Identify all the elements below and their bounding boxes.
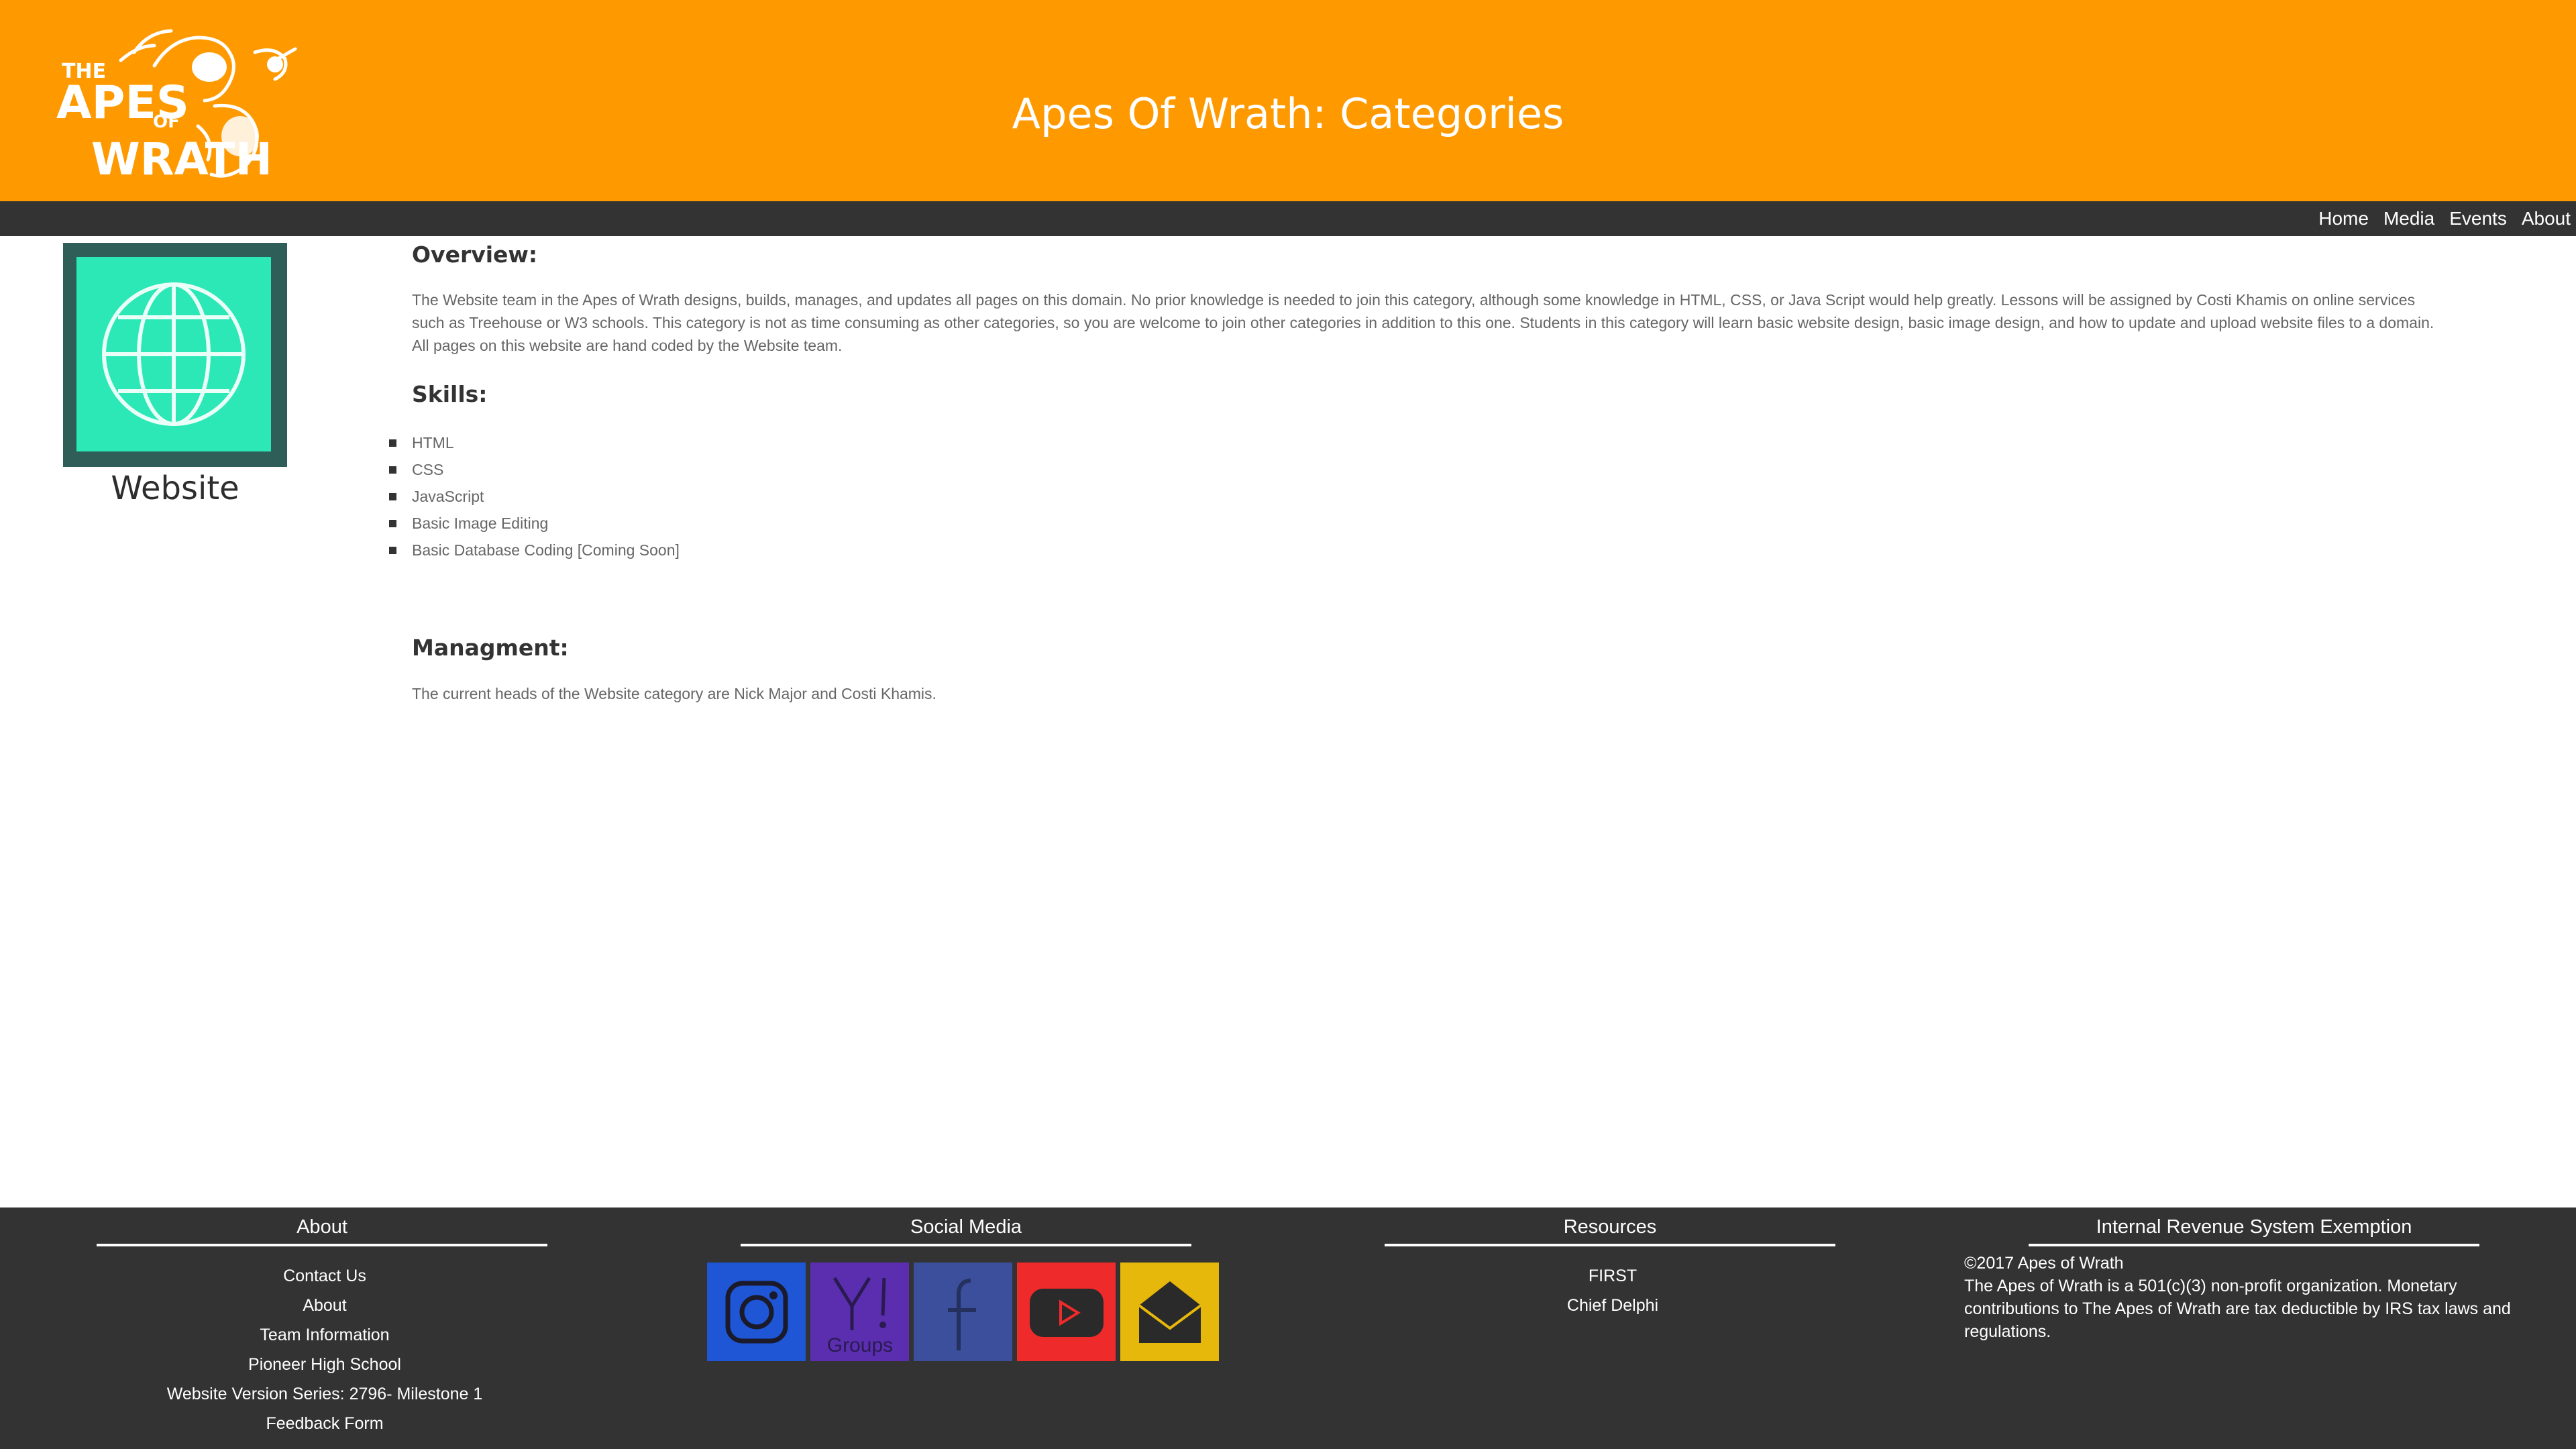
skill-item: Basic Image Editing <box>389 510 680 537</box>
footer-resources-links: FIRST Chief Delphi <box>1387 1261 1838 1320</box>
category-card <box>63 243 287 467</box>
footer-social-heading: Social Media <box>741 1213 1191 1246</box>
footer-irs-text: The Apes of Wrath is a 501(c)(3) non-pro… <box>1964 1277 2511 1341</box>
instagram-link[interactable] <box>707 1263 806 1361</box>
yahoo-groups-link[interactable]: Groups <box>810 1263 909 1361</box>
site-header: THE APES OF WRATH Apes Of Wrath: Categor… <box>0 0 2576 201</box>
footer-link-feedback-form[interactable]: Feedback Form <box>99 1409 550 1438</box>
footer-link-about[interactable]: About <box>99 1291 550 1320</box>
nav-media-link[interactable]: Media <box>2383 208 2434 229</box>
skills-heading: Skills: <box>412 381 488 407</box>
facebook-link[interactable] <box>914 1263 1012 1361</box>
footer-link-team-information[interactable]: Team Information <box>99 1320 550 1350</box>
nav-events-link[interactable]: Events <box>2449 208 2507 229</box>
top-nav-bar: Home Media Events About <box>0 201 2576 236</box>
nav-menu: Home Media Events About <box>2304 201 2571 236</box>
footer-link-first[interactable]: FIRST <box>1387 1261 1838 1291</box>
category-card-inner <box>76 257 271 451</box>
skill-item: JavaScript <box>389 483 680 510</box>
youtube-link[interactable] <box>1017 1263 1116 1361</box>
email-icon <box>1138 1281 1201 1343</box>
yahoo-groups-icon: Groups <box>826 1277 893 1356</box>
category-title: Website <box>111 470 239 507</box>
management-text: The current heads of the Website categor… <box>412 685 936 702</box>
social-media-links: Groups <box>707 1263 1219 1361</box>
skills-list: HTML CSS JavaScript Basic Image Editing … <box>389 429 680 564</box>
footer-link-website-version[interactable]: Website Version Series: 2796- Milestone … <box>99 1379 550 1409</box>
overview-heading: Overview: <box>412 241 538 268</box>
youtube-icon <box>1029 1288 1104 1337</box>
footer-about-heading: About <box>97 1213 547 1246</box>
page-title: Apes Of Wrath: Categories <box>1012 89 1564 138</box>
yahoo-groups-label: Groups <box>826 1334 892 1356</box>
footer-link-chief-delphi[interactable]: Chief Delphi <box>1387 1291 1838 1320</box>
skill-item: HTML <box>389 429 680 456</box>
footer-copyright: ©2017 Apes of Wrath <box>1964 1254 2124 1273</box>
footer-irs-block: ©2017 Apes of Wrath The Apes of Wrath is… <box>1964 1252 2528 1343</box>
footer-link-pioneer-high-school[interactable]: Pioneer High School <box>99 1350 550 1379</box>
nav-home-link[interactable]: Home <box>2318 208 2369 229</box>
footer-irs-heading: Internal Revenue System Exemption <box>2029 1213 2479 1246</box>
facebook-icon <box>947 1278 976 1350</box>
instagram-icon <box>725 1281 788 1343</box>
overview-text: The Website team in the Apes of Wrath de… <box>412 291 2434 354</box>
footer-link-contact-us[interactable]: Contact Us <box>99 1261 550 1291</box>
globe-icon <box>102 282 246 426</box>
nav-about-link[interactable]: About <box>2522 208 2571 229</box>
skill-item: Basic Database Coding [Coming Soon] <box>389 537 680 564</box>
footer-resources-heading: Resources <box>1385 1213 1835 1246</box>
site-footer: About Contact Us About Team Information … <box>0 1208 2576 1449</box>
skill-item: CSS <box>389 456 680 483</box>
footer-about-links: Contact Us About Team Information Pionee… <box>99 1261 550 1438</box>
management-heading: Managment: <box>412 635 569 661</box>
email-link[interactable] <box>1120 1263 1219 1361</box>
